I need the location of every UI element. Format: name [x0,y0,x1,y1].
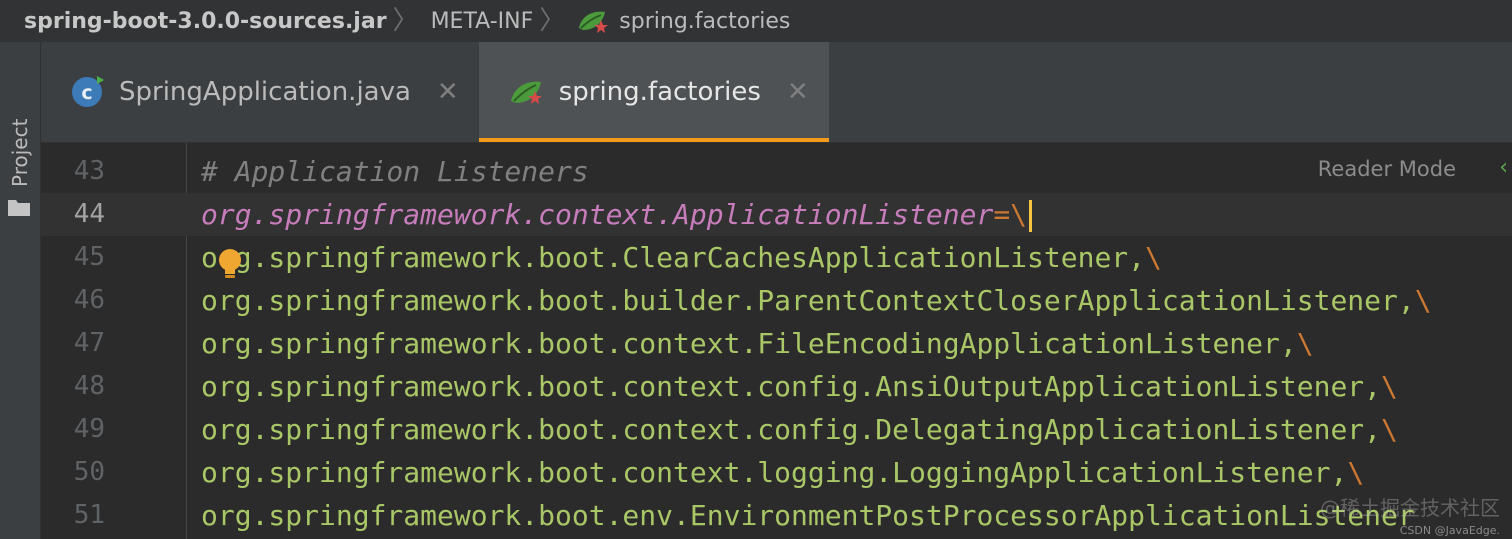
code-line[interactable]: 51 org.springframework.boot.env.Environm… [41,494,1512,537]
line-continuation: \ [1381,413,1398,446]
breadcrumb-separator-icon: 〉 [539,6,566,36]
property-value: org.springframework.boot.env.Environment… [201,499,1415,532]
watermark-juejin: @稀土掘金技术社区 [1320,496,1500,520]
comment-text: # Application Listeners [201,155,589,188]
watermark-csdn: CSDN @JavaEdge. [1399,524,1500,537]
folder-icon [8,200,30,216]
code-line[interactable]: 47 org.springframework.boot.context.File… [41,322,1512,365]
line-continuation: \ [1381,370,1398,403]
code-text: org.springframework.boot.builder.ParentC… [201,279,1432,322]
code-text: org.springframework.boot.context.config.… [201,408,1398,451]
code-text: org.springframework.boot.ClearCachesAppl… [201,236,1162,279]
lightbulb-icon[interactable] [217,248,243,282]
project-tool-label[interactable]: Project [8,119,32,187]
line-number: 50 [73,457,105,487]
property-key: org.springframework.context.ApplicationL… [201,198,994,231]
property-value: org.springframework.boot.context.config.… [201,413,1382,446]
line-number: 51 [73,500,105,530]
line-number: 43 [73,156,105,186]
line-continuation: \ [1145,241,1162,274]
reader-mode-button[interactable]: Reader Mode [1318,157,1456,181]
code-line[interactable]: 43 # Application Listeners [41,150,1512,193]
chevron-left-icon[interactable]: ‹ [1499,155,1508,180]
spring-leaf-icon [579,11,609,33]
line-number: 49 [73,414,105,444]
project-tool-window-strip[interactable]: Project [0,42,41,539]
java-class-icon: c [72,76,104,107]
close-icon[interactable]: ✕ [787,77,809,107]
breadcrumb-file[interactable]: spring.factories [577,8,790,34]
close-icon[interactable]: ✕ [437,77,459,107]
property-value: org.springframework.boot.context.FileEnc… [201,327,1297,360]
tab-spring-application-java[interactable]: c SpringApplication.java ✕ [41,42,479,142]
breadcrumb-file-label: spring.factories [619,8,791,34]
code-text: org.springframework.boot.context.config.… [201,365,1398,408]
property-value: org.springframework.boot.ClearCachesAppl… [201,241,1146,274]
line-number: 47 [73,328,105,358]
code-line[interactable]: 49 org.springframework.boot.context.conf… [41,408,1512,451]
line-number: 44 [73,199,105,229]
line-number: 48 [73,371,105,401]
code-editor[interactable]: 43 # Application Listeners 44 org.spring… [41,143,1512,539]
breadcrumb-separator-icon: 〉 [392,6,419,36]
property-value: org.springframework.boot.context.config.… [201,370,1382,403]
svg-text:c: c [81,82,92,104]
breadcrumb: spring-boot-3.0.0-sources.jar 〉 META-INF… [0,0,1512,42]
line-continuation: \ [1414,284,1432,317]
code-text: org.springframework.context.ApplicationL… [201,193,1033,236]
line-number: 45 [73,242,105,272]
breadcrumb-jar[interactable]: spring-boot-3.0.0-sources.jar [24,9,387,34]
tab-label: spring.factories [558,77,761,107]
line-continuation: \ [1347,456,1365,489]
property-value: org.springframework.boot.context.logging… [201,456,1348,489]
code-line[interactable]: 50 org.springframework.boot.context.logg… [41,451,1512,494]
code-line[interactable]: 46 org.springframework.boot.builder.Pare… [41,279,1512,322]
line-number: 46 [73,285,105,315]
assign-operator: = [993,198,1011,231]
code-line[interactable]: 45 org.springframework.boot.ClearCachesA… [41,236,1512,279]
code-text: org.springframework.boot.context.logging… [201,451,1364,494]
property-value: org.springframework.boot.builder.ParentC… [201,284,1415,317]
editor-tabs: c SpringApplication.java ✕ spring.factor… [41,42,1512,143]
text-caret [1029,200,1033,232]
code-line[interactable]: 48 org.springframework.boot.context.conf… [41,365,1512,408]
line-continuation: \ [1010,198,1028,231]
line-continuation: \ [1296,327,1314,360]
code-text: org.springframework.boot.context.FileEnc… [201,322,1314,365]
code-text: org.springframework.boot.env.Environment… [201,494,1415,537]
spring-leaf-icon [510,81,542,104]
code-line-current[interactable]: 44 org.springframework.context.Applicati… [41,193,1512,236]
breadcrumb-meta-inf[interactable]: META-INF [431,9,534,34]
tab-spring-factories[interactable]: spring.factories ✕ [478,42,829,142]
tab-label: SpringApplication.java [119,77,411,107]
